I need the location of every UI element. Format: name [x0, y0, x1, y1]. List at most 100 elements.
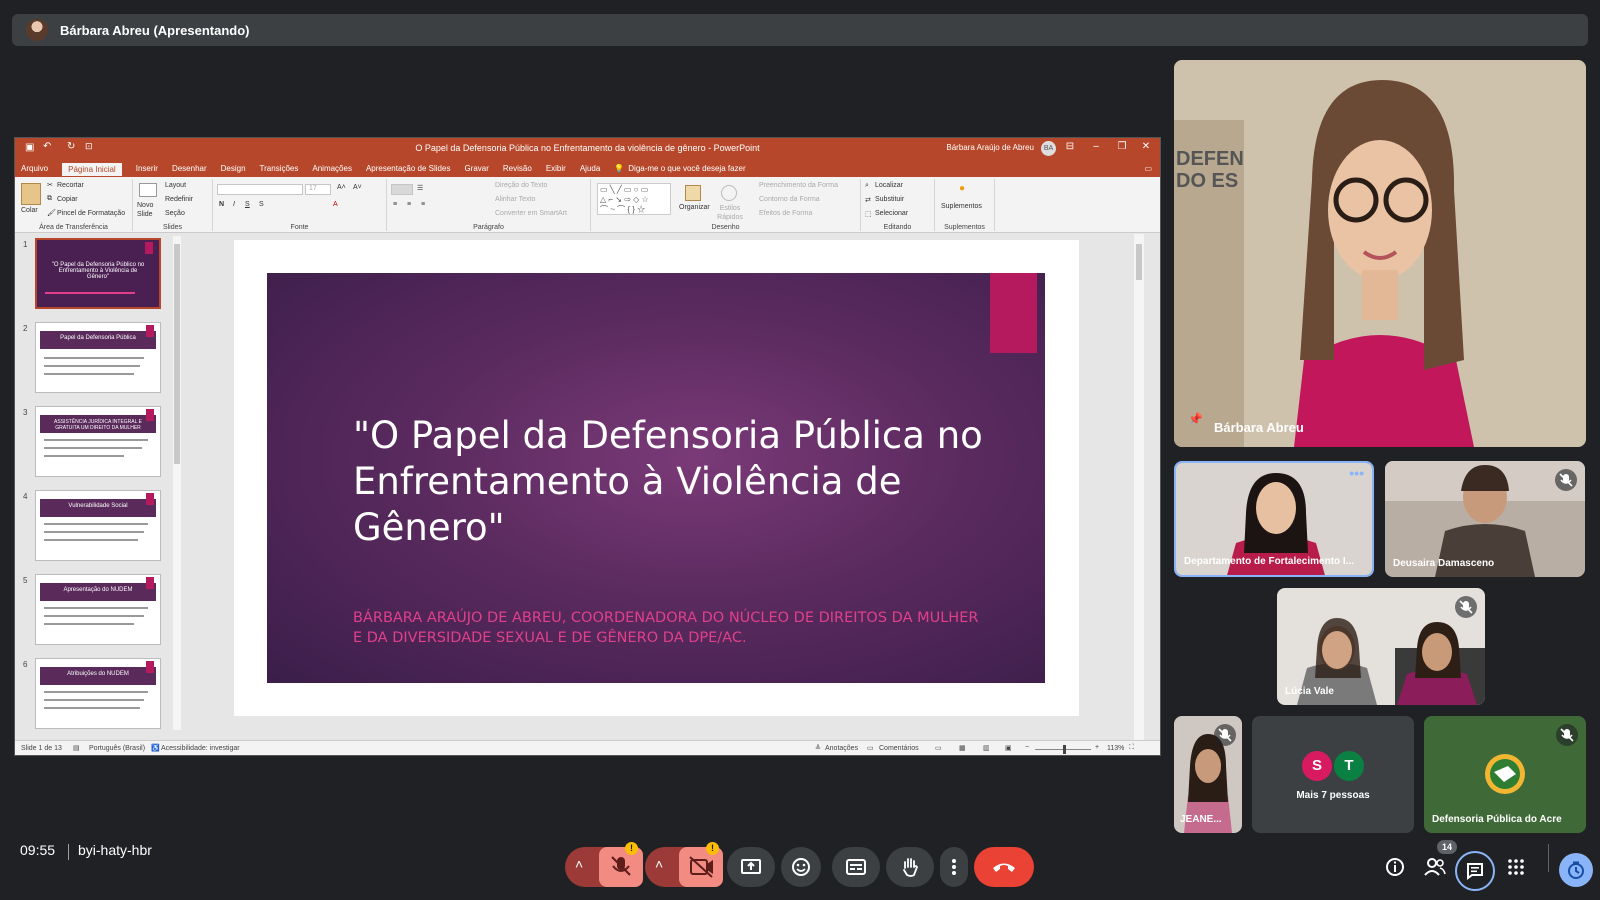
ppt-user-avatar[interactable]: BA — [1041, 141, 1056, 156]
tab-arquivo[interactable]: Arquivo — [21, 164, 48, 173]
font-size-select[interactable]: 17 — [305, 184, 331, 195]
section-button[interactable]: Seção — [165, 210, 185, 217]
activities-button[interactable] — [1504, 855, 1528, 879]
shadow-icon[interactable]: S — [259, 201, 264, 208]
participant-tile-lucia[interactable]: Lúcia Vale — [1277, 588, 1485, 705]
participant-tile-jeane[interactable]: JEANE... — [1174, 716, 1242, 833]
fit-slide-icon[interactable]: ⛶ — [1129, 744, 1134, 752]
thumbnails-scroll-thumb[interactable] — [174, 244, 180, 464]
increase-font-icon[interactable]: A˄ — [337, 184, 346, 191]
normal-view-icon[interactable]: ▭ — [935, 744, 942, 752]
reactions-button[interactable] — [781, 847, 821, 887]
cut-button[interactable]: Recortar — [57, 182, 84, 189]
minimize-icon[interactable]: – — [1088, 141, 1104, 152]
tell-me-search[interactable]: Diga-me o que você deseja fazer — [628, 164, 745, 173]
participant-tile-deusaira[interactable]: Deusaira Damasceno — [1385, 461, 1585, 577]
people-button[interactable] — [1423, 855, 1447, 879]
more-options-button[interactable] — [940, 847, 968, 887]
meeting-code[interactable]: byi-haty-hbr — [78, 842, 152, 858]
bullets-icon[interactable] — [391, 184, 413, 195]
format-painter-icon[interactable]: 🖌 — [47, 209, 56, 217]
zoom-in-icon[interactable]: + — [1095, 744, 1099, 751]
more-options-icon[interactable]: ••• — [1349, 465, 1364, 481]
font-family-select[interactable] — [217, 184, 303, 195]
replace-button[interactable]: Substituir — [875, 196, 904, 203]
leave-call-button[interactable] — [974, 847, 1034, 887]
slide-thumbnail-1[interactable]: "O Papel da Defensoria Público no Enfren… — [35, 238, 161, 309]
tab-transicoes[interactable]: Transições — [260, 164, 299, 173]
italic-icon[interactable]: I — [233, 201, 235, 208]
slide-thumbnail-6[interactable]: Atribuições do NUDEM — [35, 658, 161, 729]
language-status[interactable]: Português (Brasil) — [89, 745, 145, 752]
font-color-icon[interactable]: A — [333, 201, 338, 208]
comments-status-icon[interactable]: ▭ — [867, 744, 874, 752]
raise-hand-button[interactable] — [886, 847, 934, 887]
thumbnails-scrollbar[interactable] — [173, 236, 181, 730]
decrease-font-icon[interactable]: A˅ — [353, 184, 362, 191]
copy-button[interactable]: Copiar — [57, 196, 78, 203]
host-controls-button[interactable] — [1559, 853, 1593, 887]
tab-design[interactable]: Design — [221, 164, 246, 173]
numbering-icon[interactable]: ☰ — [417, 184, 423, 192]
tab-ajuda[interactable]: Ajuda — [580, 164, 600, 173]
chevron-up-icon[interactable]: ˄ — [575, 856, 583, 872]
tab-desenhar[interactable]: Desenhar — [172, 164, 207, 173]
spellcheck-icon[interactable]: ▤ — [73, 744, 80, 752]
restore-icon[interactable]: ❐ — [1114, 141, 1130, 152]
zoom-level[interactable]: 113% — [1107, 745, 1124, 752]
addins-icon[interactable]: ● — [959, 183, 965, 194]
slide-subtitle[interactable]: BÁRBARA ARAÚJO DE ABREU, COORDENADORA DO… — [353, 608, 983, 648]
participant-tile-departamento[interactable]: ••• Departamento de Fortalecimento I... — [1174, 461, 1374, 577]
close-icon[interactable]: ✕ — [1138, 141, 1154, 152]
reading-view-icon[interactable]: ▥ — [983, 744, 990, 752]
slideshow-icon[interactable]: ▣ — [1005, 744, 1012, 752]
new-slide-icon[interactable] — [139, 183, 157, 197]
arrange-icon[interactable] — [685, 185, 701, 201]
ribbon-display-icon[interactable]: ⊟ — [1062, 141, 1078, 152]
paste-icon[interactable] — [21, 183, 41, 205]
mic-toggle-button[interactable] — [599, 847, 643, 887]
chevron-up-icon[interactable]: ˄ — [655, 856, 663, 872]
align-left-icon[interactable]: ≡ — [393, 201, 397, 208]
current-slide[interactable]: "O Papel da Defensoria Pública no Enfren… — [234, 240, 1079, 716]
slide-thumbnail-4[interactable]: Vulnerabilidade Social — [35, 490, 161, 561]
copy-icon[interactable]: ⧉ — [47, 195, 52, 203]
paste-button[interactable]: Colar — [21, 207, 38, 214]
zoom-slider-handle[interactable] — [1063, 745, 1066, 754]
tab-animacoes[interactable]: Animações — [312, 164, 352, 173]
accessibility-icon[interactable]: ♿ — [151, 744, 160, 752]
participant-tile-defensoria[interactable]: Defensoria Pública do Acre — [1424, 716, 1586, 833]
new-slide-button[interactable]: Novo Slide — [137, 201, 163, 219]
format-painter-button[interactable]: Pincel de Formatação — [57, 210, 125, 217]
ppt-user-name[interactable]: Bárbara Araújo de Abreu — [946, 143, 1034, 152]
addins-button[interactable]: Suplementos — [941, 203, 982, 210]
shape-effects-button[interactable]: Efeitos de Forma — [759, 210, 812, 217]
shape-fill-button[interactable]: Preenchimento da Forma — [759, 182, 838, 189]
chat-button[interactable] — [1455, 851, 1495, 891]
select-button[interactable]: Selecionar — [875, 210, 908, 217]
pin-icon[interactable]: 📌 — [1188, 412, 1203, 426]
slide-thumbnail-2[interactable]: Papel da Defensoria Pública — [35, 322, 161, 393]
layout-button[interactable]: Layout — [165, 182, 186, 189]
bold-icon[interactable]: N — [219, 201, 224, 208]
comments-button[interactable]: Comentários — [879, 745, 919, 752]
align-text-button[interactable]: Alinhar Texto — [495, 196, 535, 203]
reset-button[interactable]: Redefinir — [165, 196, 193, 203]
tab-apresentacao[interactable]: Apresentação de Slides — [366, 164, 451, 173]
notes-icon[interactable]: ≜ — [815, 744, 821, 752]
present-screen-button[interactable] — [727, 847, 775, 887]
replace-icon[interactable]: ⇄ — [865, 196, 871, 204]
shapes-gallery[interactable]: ▭ ╲ ╱ ▭ ○ ▭ △ ⌐ ↘ ⇨ ◇ ☆ ⌒ ~ ⌒ { } ☆ — [597, 183, 671, 215]
more-participants-tile[interactable]: S T Mais 7 pessoas — [1252, 716, 1414, 833]
zoom-slider[interactable] — [1035, 745, 1091, 754]
find-icon[interactable]: ⌕ — [865, 182, 869, 190]
captions-button[interactable] — [832, 847, 880, 887]
comments-icon[interactable]: ▭ — [1144, 164, 1152, 173]
tab-gravar[interactable]: Gravar — [464, 164, 488, 173]
select-icon[interactable]: ⬚ — [865, 210, 872, 218]
tab-inserir[interactable]: Inserir — [136, 164, 158, 173]
text-direction-button[interactable]: Direção do Texto — [495, 182, 547, 189]
slide-thumbnail-5[interactable]: Apresentação do NUDEM — [35, 574, 161, 645]
find-button[interactable]: Localizar — [875, 182, 903, 189]
align-center-icon[interactable]: ≡ — [407, 201, 411, 208]
